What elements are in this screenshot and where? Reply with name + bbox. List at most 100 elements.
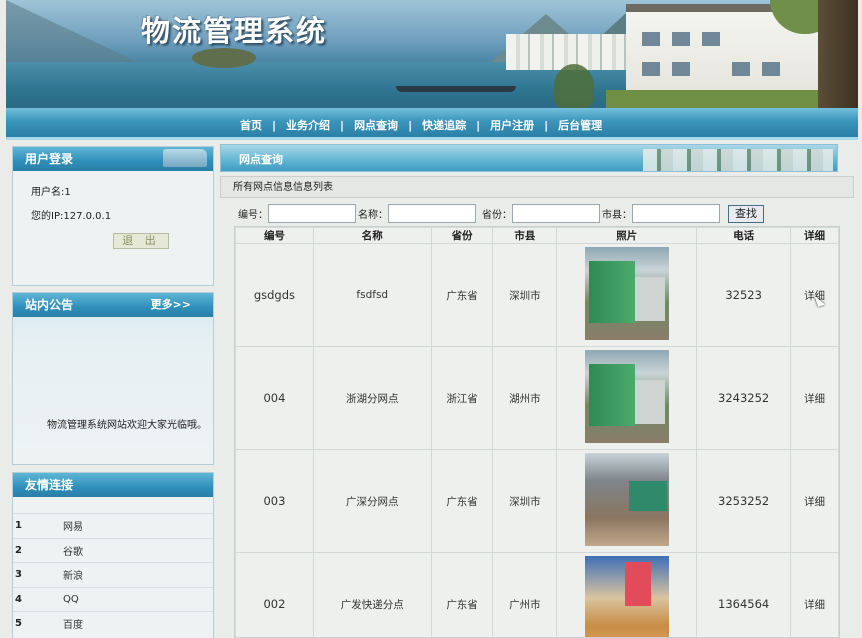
link-number: 1 bbox=[15, 520, 22, 532]
banner-grass bbox=[606, 90, 826, 108]
nav-register[interactable]: 用户注册 bbox=[480, 117, 544, 133]
notice-more-link[interactable]: 更多>> bbox=[151, 293, 191, 317]
header-scene-image bbox=[643, 149, 833, 171]
section-title: 网点查询 bbox=[239, 153, 283, 166]
cell-detail: 详细 bbox=[790, 449, 839, 553]
login-panel: 用户登录 用户名:1 您的IP:127.0.0.1 退 出 bbox=[12, 146, 214, 286]
login-title-text: 用户登录 bbox=[25, 152, 74, 166]
province-label: 省份： bbox=[482, 210, 512, 221]
city-label: 市县： bbox=[602, 210, 632, 221]
nav-tracking[interactable]: 快递追踪 bbox=[412, 117, 476, 133]
nav-admin[interactable]: 后台管理 bbox=[548, 117, 612, 133]
code-input[interactable] bbox=[268, 204, 356, 223]
header-banner: 物流管理系统 bbox=[6, 0, 858, 108]
cell-city: 湖州市 bbox=[492, 346, 558, 450]
links-title-text: 友情连接 bbox=[25, 478, 74, 492]
outlet-table: 编号 名称 省份 市县 照片 电话 详细 gsdgds fsdfsd 广东省 深… bbox=[234, 226, 840, 638]
list-item: 3 新浪 bbox=[13, 562, 213, 587]
cell-name: fsdfsd bbox=[312, 243, 432, 347]
cell-phone: 1364564 bbox=[696, 552, 792, 637]
nav-outlet-search[interactable]: 网点查询 bbox=[344, 117, 408, 133]
table-row: gsdgds fsdfsd 广东省 深圳市 32523 详细 bbox=[235, 243, 839, 347]
list-item: 2 谷歌 bbox=[13, 537, 213, 563]
column-header: 省份 bbox=[430, 227, 494, 244]
outlet-photo bbox=[584, 350, 669, 443]
link-netease[interactable]: 网易 bbox=[63, 518, 83, 533]
outlet-photo bbox=[584, 247, 669, 340]
notice-title: 站内公告 更多>> bbox=[13, 293, 213, 317]
link-baidu[interactable]: 百度 bbox=[63, 616, 83, 631]
links-title: 友情连接 bbox=[13, 473, 213, 497]
banner-mountain bbox=[6, 0, 146, 66]
name-input[interactable] bbox=[388, 204, 476, 223]
link-number: 2 bbox=[15, 544, 22, 556]
logout-button[interactable]: 退 出 bbox=[113, 233, 169, 249]
link-sina[interactable]: 新浪 bbox=[63, 567, 83, 582]
detail-link[interactable]: 详细 bbox=[804, 496, 825, 508]
banner-boat bbox=[396, 86, 516, 92]
nav-business[interactable]: 业务介绍 bbox=[276, 117, 340, 133]
link-google[interactable]: 谷歌 bbox=[63, 543, 83, 558]
cell-name: 浙湖分网点 bbox=[312, 346, 432, 450]
search-button[interactable]: 查找 bbox=[728, 204, 764, 223]
cell-photo bbox=[556, 449, 698, 553]
section-header: 网点查询 bbox=[220, 144, 838, 172]
nav-home[interactable]: 首页 bbox=[230, 117, 272, 133]
main-content: 网点查询 所有网点信息信息列表 编号： 名称： 省份： 市县： 查找 编号 名称… bbox=[220, 144, 854, 638]
column-header: 市县 bbox=[492, 227, 558, 244]
detail-link[interactable]: 详细 bbox=[804, 393, 825, 405]
list-item: 4 QQ bbox=[13, 586, 213, 612]
list-item: 1 网易 bbox=[13, 513, 213, 538]
column-header: 名称 bbox=[312, 227, 432, 244]
outlet-photo bbox=[584, 453, 669, 546]
cell-code: 002 bbox=[235, 552, 314, 637]
main-nav: 首页 | 业务介绍 | 网点查询 | 快递追踪 | 用户注册 | 后台管理 bbox=[6, 108, 858, 140]
cell-phone: 3253252 bbox=[696, 449, 792, 553]
search-form: 编号： 名称： 省份： 市县： 查找 bbox=[238, 204, 764, 223]
cell-photo bbox=[556, 243, 698, 347]
detail-link[interactable]: 详细 bbox=[804, 599, 825, 611]
login-title: 用户登录 bbox=[13, 147, 213, 171]
cell-code: gsdgds bbox=[235, 243, 314, 347]
city-input[interactable] bbox=[632, 204, 720, 223]
cell-photo bbox=[556, 346, 698, 450]
cell-province: 广东省 bbox=[430, 552, 494, 637]
cell-province: 浙江省 bbox=[430, 346, 494, 450]
table-row: 002 广发快递分点 广东省 广州市 1364564 详细 bbox=[235, 552, 839, 637]
cell-city: 广州市 bbox=[492, 552, 558, 637]
link-qq[interactable]: QQ bbox=[63, 594, 79, 605]
links-list: 1 网易 2 谷歌 3 新浪 4 QQ 5 百度 bbox=[13, 513, 213, 636]
site-title: 物流管理系统 bbox=[141, 14, 328, 48]
province-input[interactable] bbox=[512, 204, 600, 223]
ip-text: 您的IP:127.0.0.1 bbox=[31, 211, 112, 222]
notice-text: 物流管理系统网站欢迎大家光临哦。 bbox=[47, 420, 207, 431]
cell-phone: 32523 bbox=[696, 243, 792, 347]
link-number: 4 bbox=[15, 593, 22, 605]
cell-code: 003 bbox=[235, 449, 314, 553]
banner-island bbox=[192, 48, 256, 68]
cell-code: 004 bbox=[235, 346, 314, 450]
column-header: 照片 bbox=[556, 227, 698, 244]
table-row: 003 广深分网点 广东省 深圳市 3253252 详细 bbox=[235, 449, 839, 553]
cell-city: 深圳市 bbox=[492, 449, 558, 553]
cell-photo bbox=[556, 552, 698, 637]
column-header: 详细 bbox=[790, 227, 839, 244]
column-header: 电话 bbox=[696, 227, 792, 244]
cell-city: 深圳市 bbox=[492, 243, 558, 347]
code-label: 编号： bbox=[238, 210, 268, 221]
list-title: 所有网点信息信息列表 bbox=[220, 176, 854, 198]
notice-panel: 站内公告 更多>> 物流管理系统网站欢迎大家光临哦。 bbox=[12, 292, 214, 465]
bus-icon bbox=[163, 149, 207, 167]
table-header-row: 编号 名称 省份 市县 照片 电话 详细 bbox=[235, 227, 839, 244]
username-text: 用户名:1 bbox=[31, 187, 71, 198]
name-label: 名称： bbox=[358, 210, 388, 221]
table-row: 004 浙湖分网点 浙江省 湖州市 3243252 详细 bbox=[235, 346, 839, 450]
cell-phone: 3243252 bbox=[696, 346, 792, 450]
banner-tree bbox=[818, 0, 858, 108]
banner-palm bbox=[554, 64, 594, 108]
link-number: 3 bbox=[15, 569, 22, 581]
cell-detail: 详细 bbox=[790, 552, 839, 637]
cell-province: 广东省 bbox=[430, 243, 494, 347]
cell-name: 广深分网点 bbox=[312, 449, 432, 553]
cell-province: 广东省 bbox=[430, 449, 494, 553]
